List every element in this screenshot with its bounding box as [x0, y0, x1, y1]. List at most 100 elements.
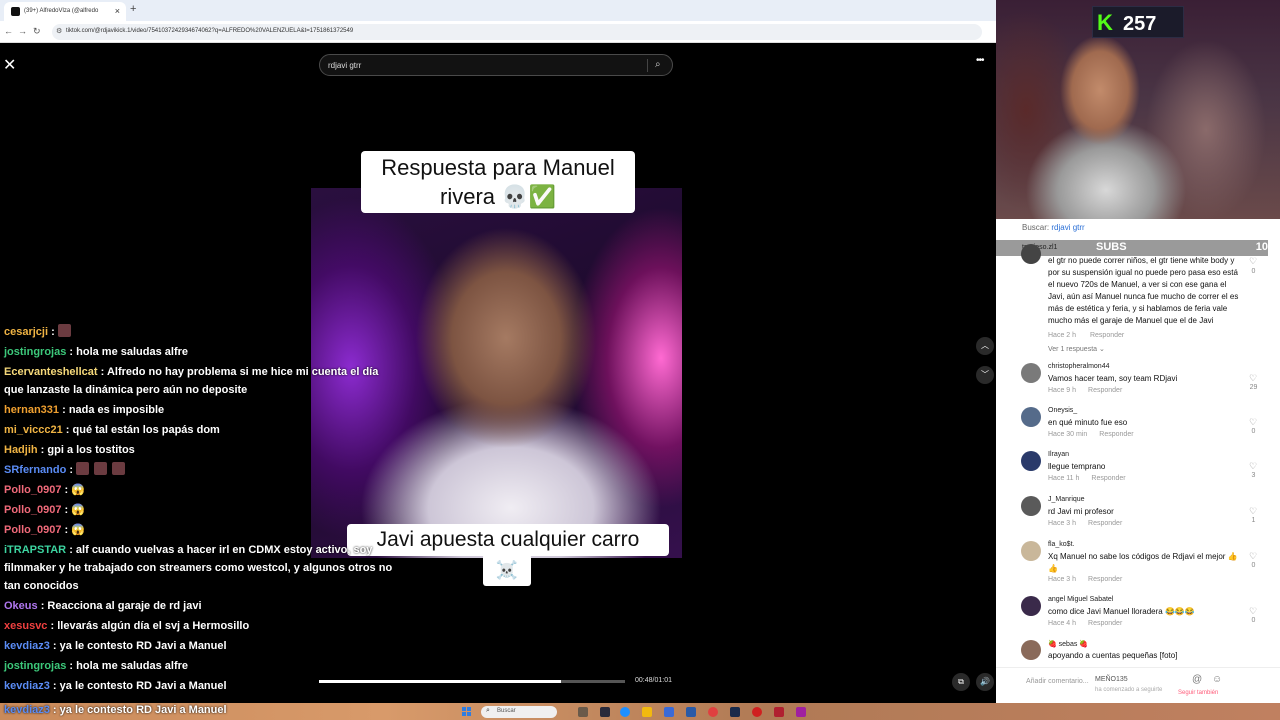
avatar[interactable]	[1021, 244, 1041, 264]
chrome-icon[interactable]	[708, 707, 718, 717]
avatar[interactable]	[1021, 363, 1041, 383]
search-bar[interactable]: rdjavi gtrr ⌕	[319, 54, 673, 76]
comment-text: el gtr no puede correr niños, el gtr tie…	[1048, 256, 1239, 325]
pip-icon[interactable]: ⧉	[952, 673, 970, 691]
comment-meta: Hace 4 h Responder	[1048, 620, 1134, 627]
reload-icon[interactable]: ↻	[33, 26, 41, 37]
follow-back-button[interactable]: Seguir también	[1178, 690, 1218, 696]
chat-message: cesarjcji :	[0, 322, 400, 342]
avatar[interactable]	[1021, 541, 1041, 561]
chat-username[interactable]: mi_viccc21	[4, 424, 63, 436]
app-icon[interactable]	[664, 707, 674, 717]
close-icon[interactable]: ✕	[3, 55, 16, 75]
like-count: 0	[1251, 617, 1256, 624]
like-count: 1	[1251, 517, 1256, 524]
search-suggestion-term[interactable]: rdjavi gtrr	[1051, 223, 1084, 232]
chat-username[interactable]: iTRAPSTAR	[4, 544, 66, 556]
chat-username[interactable]: Pollo_0907	[4, 484, 61, 496]
reply-button[interactable]: Responder	[1088, 520, 1122, 527]
comment-user[interactable]: Oneysis_	[1048, 407, 1077, 414]
search-suggestion[interactable]: Buscar: rdjavi gtrr	[1022, 223, 1085, 232]
chat-username[interactable]: jostingrojas	[4, 660, 66, 672]
app-icon[interactable]	[686, 707, 696, 717]
chat-username[interactable]: cesarjcji	[4, 326, 48, 338]
windows-icon[interactable]	[462, 707, 472, 717]
heart-icon[interactable]: ♡	[1249, 373, 1257, 384]
chat-username[interactable]: hernan331	[4, 404, 59, 416]
heart-icon[interactable]: ♡	[1249, 506, 1257, 517]
comment-user[interactable]: christopheralmon44	[1048, 363, 1109, 370]
emoji-icon[interactable]: ☺	[1212, 674, 1222, 685]
chat-text: ya le contesto RD Javi a Manuel	[59, 640, 227, 652]
comment-text: rd Javi mi profesor	[1048, 507, 1114, 516]
url-field[interactable]: ⚙ tiktok.com/@rdjavikick.1/video/7541037…	[52, 24, 982, 40]
browser-tab-bar: (39+) AlfredoVlza (@alfredo × +	[0, 0, 996, 21]
app-icon[interactable]	[578, 707, 588, 717]
comment-user[interactable]: Ilrayan	[1048, 451, 1069, 458]
chat-message: xesusvc : llevarás algún día el svj a He…	[4, 620, 250, 632]
caption-top: Respuesta para Manuel rivera 💀✅	[361, 151, 635, 213]
reply-button[interactable]: Responder	[1099, 431, 1133, 438]
new-tab-button[interactable]: +	[130, 3, 136, 15]
tiktok-favicon-icon	[11, 7, 20, 16]
forward-icon[interactable]: →	[18, 26, 27, 36]
heart-icon[interactable]: ♡	[1249, 606, 1257, 617]
chat-username[interactable]: Ecervanteshellcat	[4, 366, 98, 378]
site-info-icon[interactable]: ⚙	[56, 27, 62, 35]
chat-username[interactable]: kevdiaz3	[4, 640, 50, 652]
heart-icon[interactable]: ♡	[1249, 417, 1257, 428]
comment-user[interactable]: 🍓 sebas 🍓	[1048, 640, 1088, 648]
chat-username[interactable]: Hadjih	[4, 444, 38, 456]
avatar[interactable]	[1021, 496, 1041, 516]
more-icon[interactable]: •••	[976, 55, 984, 66]
chat-username[interactable]: SRfernando	[4, 464, 66, 476]
avatar[interactable]	[1021, 640, 1041, 660]
back-icon[interactable]: ←	[4, 26, 13, 36]
app-icon[interactable]	[796, 707, 806, 717]
heart-icon[interactable]: ♡	[1249, 551, 1257, 562]
address-bar: ← → ↻ ⚙ tiktok.com/@rdjavikick.1/video/7…	[0, 21, 996, 43]
reply-button[interactable]: Responder	[1091, 475, 1125, 482]
app-icon[interactable]	[774, 707, 784, 717]
comment-meta: Hace 30 min Responder	[1048, 431, 1146, 438]
tab-close-icon[interactable]: ×	[115, 6, 120, 16]
chat-username[interactable]: xesusvc	[4, 620, 47, 632]
taskbar-search[interactable]: ⌕ Buscar	[481, 706, 557, 718]
reply-button[interactable]: Responder	[1090, 332, 1124, 339]
search-icon[interactable]: ⌕	[655, 59, 661, 70]
comment-user[interactable]: fla_ko$t.	[1048, 541, 1074, 548]
steam-icon[interactable]	[730, 707, 740, 717]
explorer-icon[interactable]	[642, 707, 652, 717]
comment-user[interactable]: J_Manrique	[1048, 496, 1085, 503]
chat-username[interactable]: kevdiaz3	[4, 680, 50, 692]
reply-button[interactable]: Responder	[1088, 620, 1122, 627]
browser-tab[interactable]: (39+) AlfredoVlza (@alfredo ×	[4, 2, 126, 21]
chevron-up-icon[interactable]: ︿	[976, 337, 994, 355]
view-replies-button[interactable]: Ver 1 respuesta ⌄	[1048, 345, 1105, 353]
chat-message: hernan331 : nada es imposible	[4, 404, 165, 416]
edge-icon[interactable]	[620, 707, 630, 717]
chat-username[interactable]: jostingrojas	[4, 346, 66, 358]
reply-button[interactable]: Responder	[1088, 576, 1122, 583]
comment-input[interactable]: Añadir comentario...	[1026, 678, 1089, 685]
chat-username[interactable]: Pollo_0907	[4, 504, 61, 516]
heart-icon[interactable]: ♡	[1249, 256, 1257, 267]
search-input[interactable]: rdjavi gtrr	[328, 61, 361, 70]
avatar[interactable]	[1021, 451, 1041, 471]
chat-username[interactable]: Okeus	[4, 600, 38, 612]
comment-user[interactable]: angel Miguel Sabatel	[1048, 596, 1113, 603]
chevron-down-icon[interactable]: ﹀	[976, 366, 994, 384]
comment-meta: Hace 3 h Responder	[1048, 520, 1134, 527]
avatar[interactable]	[1021, 407, 1041, 427]
url-text: tiktok.com/@rdjavikick.1/video/754103724…	[66, 28, 354, 34]
chat-username[interactable]: Pollo_0907	[4, 524, 61, 536]
reply-button[interactable]: Responder	[1088, 387, 1122, 394]
chat-message: SRfernando :	[0, 460, 400, 480]
avatar[interactable]	[1021, 596, 1041, 616]
opera-icon[interactable]	[752, 707, 762, 717]
app-icon[interactable]	[600, 707, 610, 717]
volume-icon[interactable]: 🔊	[976, 673, 994, 691]
chat-message: Pollo_0907 : 😱	[4, 524, 85, 536]
heart-icon[interactable]: ♡	[1249, 461, 1257, 472]
at-icon[interactable]: @	[1192, 674, 1202, 685]
